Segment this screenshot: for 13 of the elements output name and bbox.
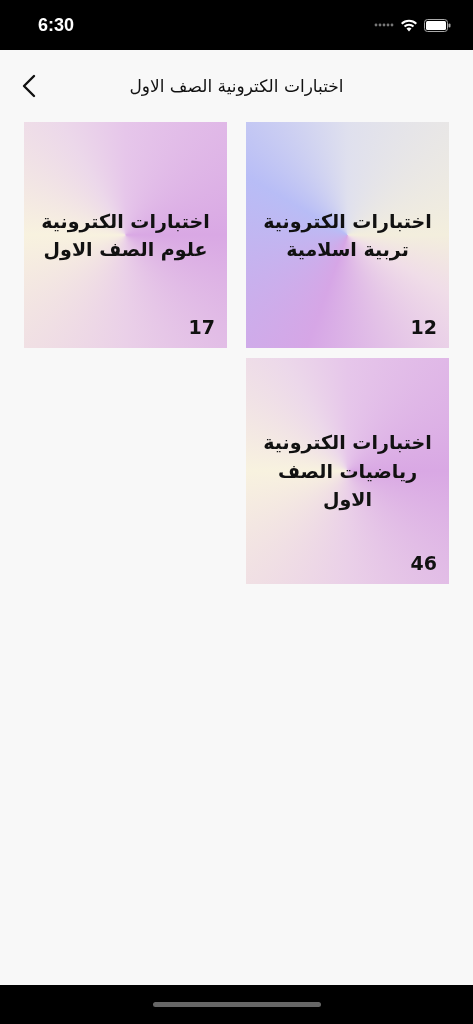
- card-title: اختبارات الكترونية رياضيات الصف الاول: [262, 430, 433, 513]
- page-title: اختبارات الكترونية الصف الاول: [129, 76, 344, 96]
- card-title: اختبارات الكترونية تربية اسلامية: [262, 208, 433, 263]
- wifi-icon: [400, 18, 418, 32]
- card-title: اختبارات الكترونية علوم الصف الاول: [40, 208, 211, 263]
- status-time: 6:30: [38, 14, 75, 36]
- signal-icon: [374, 23, 394, 27]
- quiz-count: 46: [410, 552, 437, 574]
- chevron-left-icon: [22, 74, 36, 98]
- quiz-count: 17: [188, 316, 215, 338]
- back-button[interactable]: [22, 74, 36, 98]
- quiz-count: 12: [410, 316, 437, 338]
- battery-icon: [424, 18, 451, 32]
